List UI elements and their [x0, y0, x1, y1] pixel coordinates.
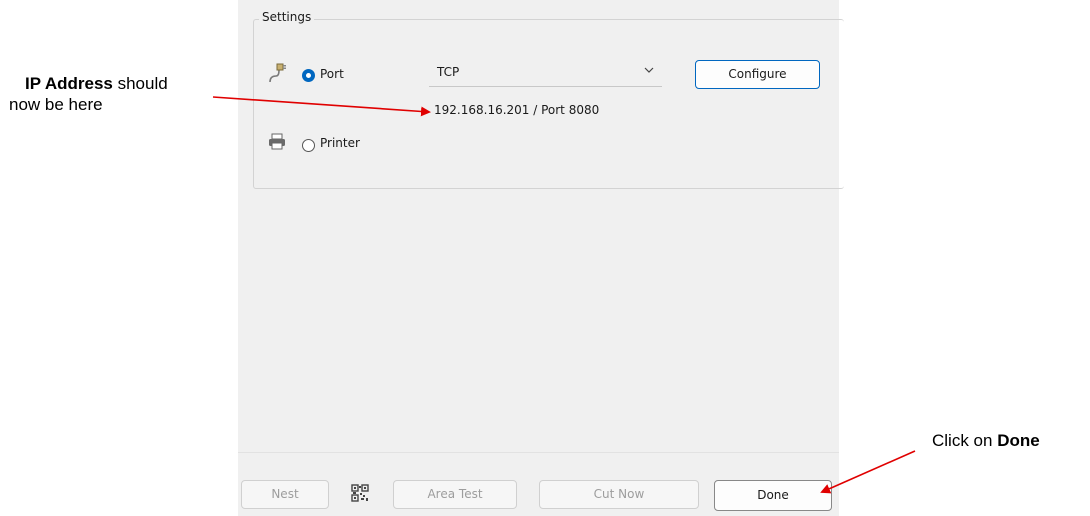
area-test-button[interactable]: Area Test [393, 480, 517, 509]
port-radio[interactable] [302, 69, 315, 82]
port-radio-label: Port [320, 67, 344, 81]
done-callout: Click on Done [932, 430, 1040, 451]
port-type-select[interactable]: TCP [429, 60, 662, 87]
cut-now-button[interactable]: Cut Now [539, 480, 699, 509]
chevron-down-icon [644, 67, 654, 73]
ip-address-text: 192.168.16.201 / Port 8080 [434, 103, 600, 117]
settings-group-title: Settings [259, 10, 315, 24]
port-type-value: TCP [437, 65, 460, 79]
ip-callout-bold: IP Address [25, 74, 113, 93]
done-callout-text: Click on [932, 431, 998, 450]
ip-callout-rest1: should [112, 74, 168, 93]
done-callout-bold: Done [997, 431, 1040, 450]
done-button[interactable]: Done [714, 480, 832, 511]
qr-code-icon[interactable] [350, 483, 370, 503]
footer-separator [238, 452, 839, 453]
nest-button[interactable]: Nest [241, 480, 329, 509]
printer-radio[interactable] [302, 139, 315, 152]
configure-button[interactable]: Configure [695, 60, 820, 89]
port-cable-icon [269, 63, 286, 83]
printer-radio-label: Printer [320, 136, 360, 150]
ip-address-callout: IP Address should now be here [9, 73, 168, 115]
ip-callout-rest2: now be here [9, 95, 103, 114]
printer-icon [269, 133, 285, 150]
